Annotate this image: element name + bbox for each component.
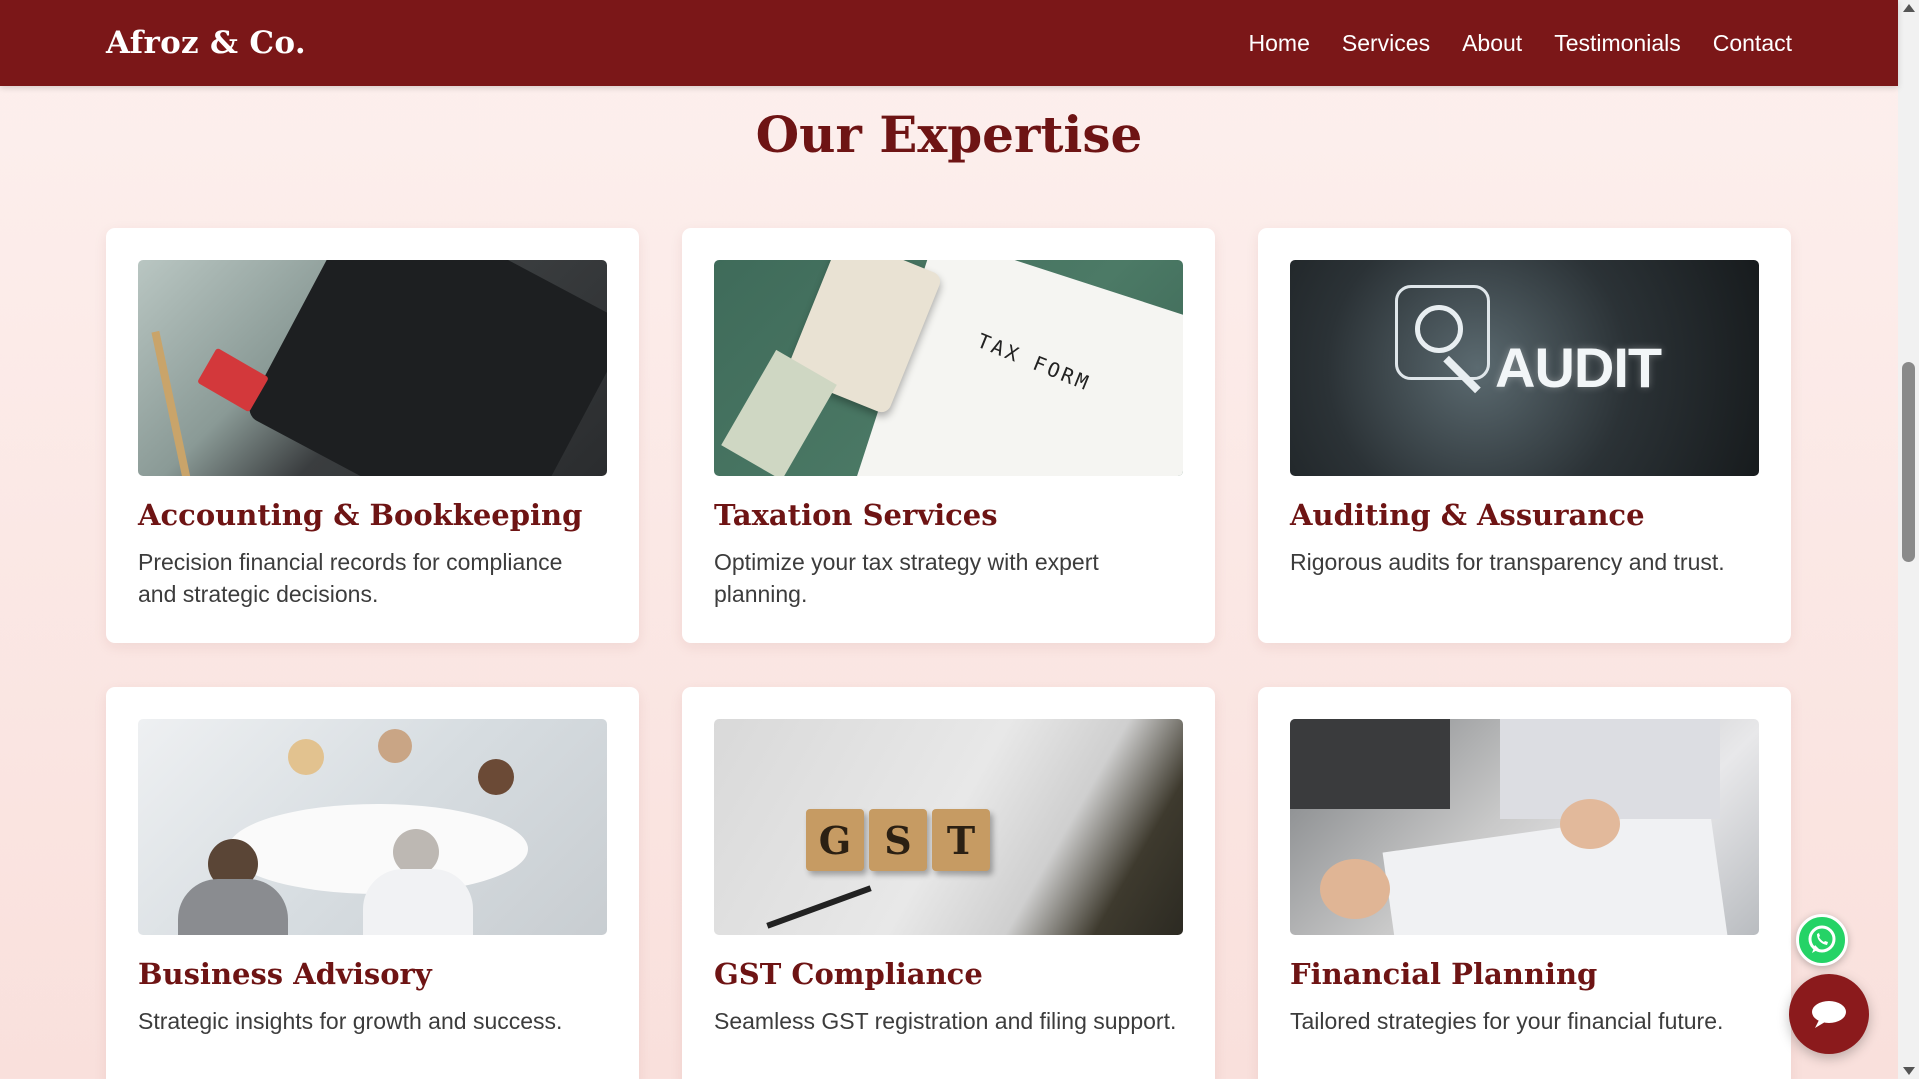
audit-label: AUDIT	[1495, 336, 1662, 399]
services-grid: Accounting & Bookkeeping Precision finan…	[106, 228, 1792, 1079]
taxation-image: TAX FORM	[714, 260, 1183, 476]
card-title: Financial Planning	[1290, 957, 1598, 991]
service-card-planning[interactable]: Financial Planning Tailored strategies f…	[1258, 687, 1791, 1079]
card-title: Business Advisory	[138, 957, 432, 991]
card-description: Strategic insights for growth and succes…	[138, 1008, 563, 1034]
card-description: Rigorous audits for transparency and tru…	[1290, 549, 1725, 575]
auditing-image: AUDIT	[1290, 260, 1759, 476]
card-title: GST Compliance	[714, 957, 983, 991]
nav-link-testimonials[interactable]: Testimonials	[1554, 30, 1681, 57]
scroll-thumb[interactable]	[1902, 362, 1915, 562]
service-card-auditing[interactable]: AUDIT Auditing & Assurance Rigorous audi…	[1258, 228, 1791, 643]
whatsapp-button[interactable]	[1796, 914, 1848, 966]
brand-logo[interactable]: Afroz & Co.	[106, 25, 306, 61]
scroll-down-arrow-icon[interactable]	[1903, 1067, 1915, 1075]
service-card-taxation[interactable]: TAX FORM Taxation Services Optimize your…	[682, 228, 1215, 643]
card-title: Taxation Services	[714, 498, 998, 532]
section-title: Our Expertise	[755, 105, 1143, 164]
page-scrollbar[interactable]	[1898, 0, 1919, 1079]
nav-links: Home Services About Testimonials Contact	[1249, 30, 1792, 57]
nav-link-about[interactable]: About	[1462, 30, 1522, 57]
nav-link-contact[interactable]: Contact	[1713, 30, 1792, 57]
card-title: Auditing & Assurance	[1290, 498, 1645, 532]
accounting-image	[138, 260, 607, 476]
gst-tile: S	[869, 809, 927, 871]
chat-button[interactable]	[1789, 974, 1869, 1054]
scroll-up-arrow-icon[interactable]	[1903, 4, 1915, 12]
nav-link-services[interactable]: Services	[1342, 30, 1430, 57]
nav-link-home[interactable]: Home	[1249, 30, 1310, 57]
whatsapp-icon	[1808, 925, 1836, 953]
card-description: Tailored strategies for your financial f…	[1290, 1008, 1724, 1034]
chat-bubble-icon	[1812, 1001, 1846, 1028]
card-description: Optimize your tax strategy with expert p…	[714, 549, 1099, 607]
service-card-advisory[interactable]: Business Advisory Strategic insights for…	[106, 687, 639, 1079]
gst-image: G S T	[714, 719, 1183, 935]
top-navbar: Afroz & Co. Home Services About Testimon…	[0, 0, 1898, 86]
gst-tile: T	[932, 809, 990, 871]
service-card-accounting[interactable]: Accounting & Bookkeeping Precision finan…	[106, 228, 639, 643]
planning-image	[1290, 719, 1759, 935]
advisory-image	[138, 719, 607, 935]
card-description: Seamless GST registration and filing sup…	[714, 1008, 1177, 1034]
gst-tile: G	[806, 809, 864, 871]
card-description: Precision financial records for complian…	[138, 549, 563, 607]
service-card-gst[interactable]: G S T GST Compliance Seamless GST regist…	[682, 687, 1215, 1079]
card-title: Accounting & Bookkeeping	[138, 498, 583, 532]
